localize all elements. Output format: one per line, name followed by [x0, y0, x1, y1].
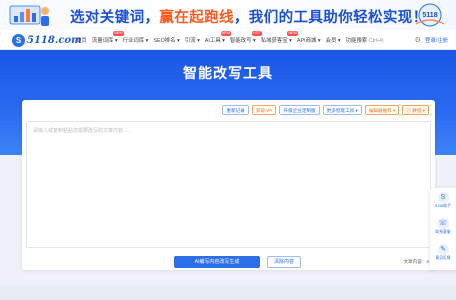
- editor-recommend-dropdown[interactable]: 编辑器推荐 ▾: [364, 105, 400, 115]
- gear-icon[interactable]: ⚙: [415, 36, 421, 44]
- page-title: 智能改写工具: [183, 66, 273, 82]
- feedback-button[interactable]: ✎ 意见反馈: [430, 244, 456, 261]
- top-navbar: S 5118.com 首页 流量词库 NEW ▾ 行业词库 ▾ SEO排名 ▾ 引…: [0, 30, 456, 50]
- nav-item-ai-tools[interactable]: AI工具 NEW ▾: [205, 31, 231, 44]
- nav-item-private-domain[interactable]: 私域获客宝 NEW ▾: [261, 31, 298, 44]
- tutorial-dropdown[interactable]: ◎ 教程 ▾: [402, 105, 429, 115]
- feedback-icon: ✎: [437, 244, 449, 255]
- page-bottom-area: [0, 285, 456, 300]
- svg-text:5118: 5118: [422, 12, 437, 19]
- shortcut-hint: Ctrl+K: [368, 38, 384, 44]
- promo-banner[interactable]: 选对关键词，赢在起跑线，我们的工具助你轻松实现！ 5118: [0, 0, 456, 30]
- login-register-link[interactable]: 登录/注册: [425, 36, 448, 44]
- rewrite-card: 重新记录 获取API 升级企业定制版 更多智能工具 ▾ 编辑器推荐 ▾ ◎ 教程…: [22, 100, 435, 270]
- more-tools-dropdown[interactable]: 更多智能工具 ▾: [322, 105, 362, 115]
- nav-item-smart-rewrite[interactable]: 智能改写 HOT ▾: [230, 31, 262, 44]
- nav-item-membership[interactable]: 会员 ▾: [326, 36, 341, 44]
- nav-item-api-store[interactable]: API商城 ▾: [297, 36, 321, 44]
- assistant-button[interactable]: S 5118助手: [430, 192, 456, 209]
- editor-toolbar: 重新记录 获取API 升级企业定制版 更多智能工具 ▾ 编辑器推荐 ▾ ◎ 教程…: [219, 105, 429, 115]
- main-nav: 首页 流量词库 NEW ▾ 行业词库 ▾ SEO排名 ▾ 引流 ▾ AI工具 NEW…: [76, 30, 389, 50]
- 5118-badge-icon: 5118: [415, 3, 445, 27]
- logo-text: 5118.com: [27, 34, 82, 46]
- logo-mark-icon: S: [12, 33, 25, 47]
- nav-item-traffic[interactable]: 引流 ▾: [185, 36, 200, 44]
- nav-item-home[interactable]: 首页: [76, 36, 87, 44]
- word-count: 文章内容：0: [403, 259, 429, 264]
- floating-side-panel: S 5118助手 ☏ 联系客服 ✎ 意见反馈: [430, 188, 456, 270]
- nav-item-industry-words[interactable]: 行业词库 ▾: [123, 36, 149, 44]
- customer-service-button[interactable]: ☏ 联系客服: [430, 218, 456, 235]
- nav-item-traffic-words[interactable]: 流量词库 NEW ▾: [92, 31, 124, 44]
- enterprise-upgrade-button[interactable]: 升级企业定制版: [279, 105, 320, 115]
- re-record-button[interactable]: 重新记录: [222, 105, 249, 115]
- clear-content-button[interactable]: 清除内容: [267, 256, 301, 268]
- customer-service-icon: ☏: [437, 218, 449, 229]
- assistant-icon: S: [437, 192, 449, 203]
- article-input[interactable]: 请输入或复制粘贴您需要改写的文章内容......: [26, 121, 431, 248]
- get-api-button[interactable]: 获取API: [251, 105, 277, 115]
- ai-rewrite-button[interactable]: AI编写内容改写生成: [174, 256, 260, 268]
- nav-item-seo-rank[interactable]: SEO排名 ▾: [153, 36, 179, 44]
- nav-right: ⚙ 登录/注册: [415, 30, 448, 50]
- banner-slogan: 选对关键词，赢在起跑线，我们的工具助你轻松实现！: [70, 10, 428, 26]
- office-chart-illustration-icon: [9, 5, 49, 26]
- nav-item-feature-search[interactable]: 功能搜索 Ctrl+K: [346, 36, 384, 44]
- site-logo[interactable]: S 5118.com: [12, 33, 82, 47]
